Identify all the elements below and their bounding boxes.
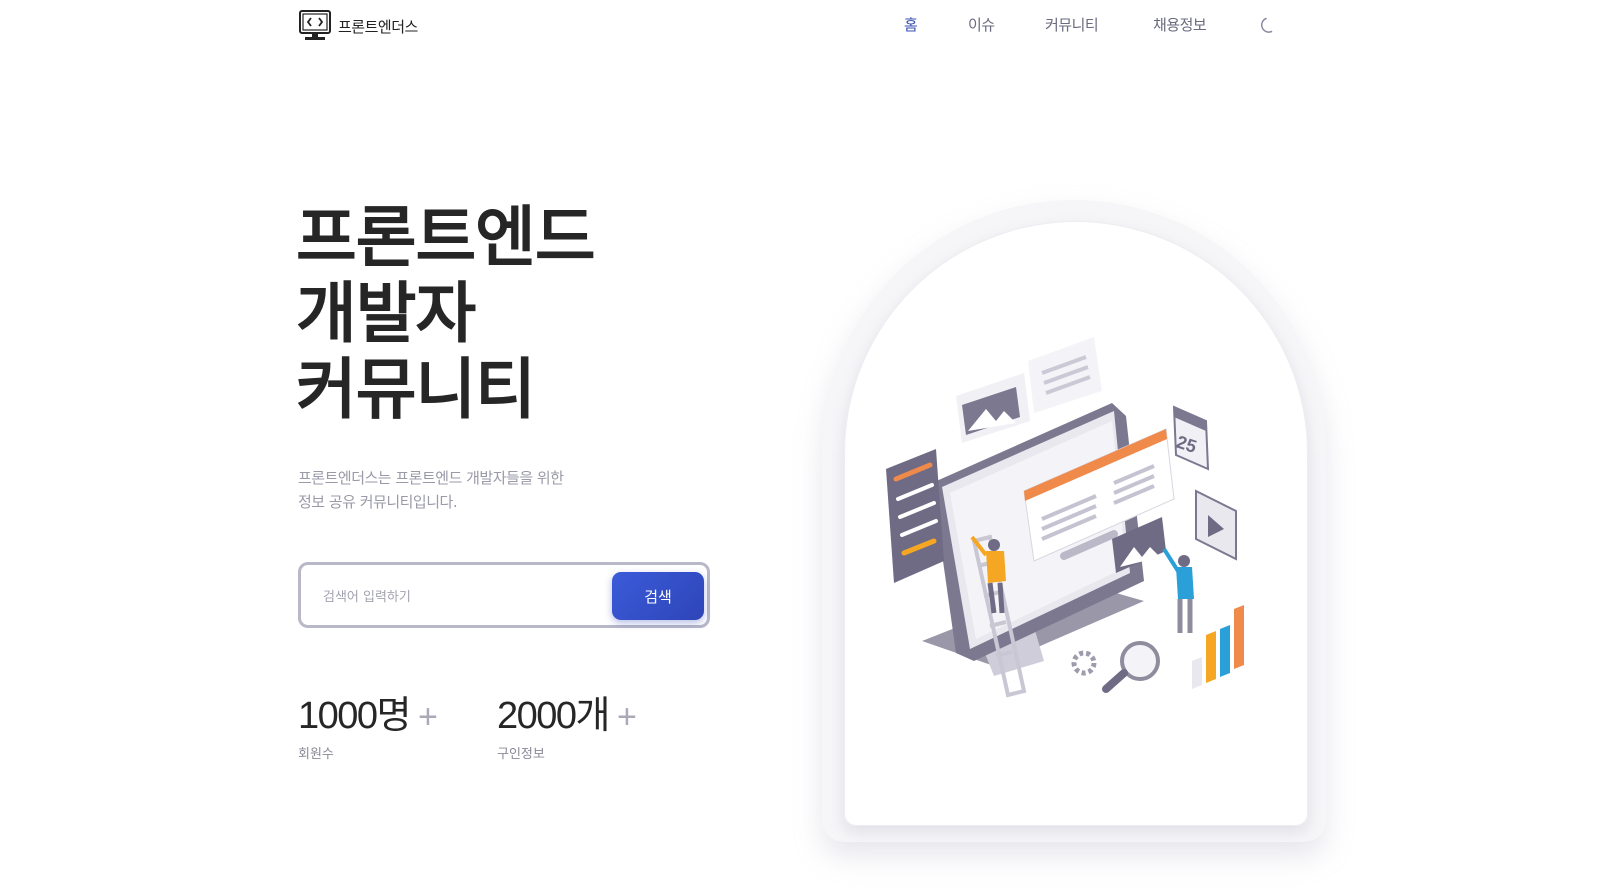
illustration-card: 25 bbox=[844, 221, 1308, 826]
hero-title-line: 개발자 bbox=[296, 275, 476, 352]
stat-members: 1000명 + 회원수 bbox=[298, 684, 438, 762]
search-button[interactable]: 검색 bbox=[612, 572, 704, 620]
logo[interactable]: 프론트엔더스 bbox=[298, 9, 418, 43]
hero-description-line: 프론트엔더스는 프론트엔드 개발자들을 위한 bbox=[298, 469, 564, 487]
logo-text: 프론트엔더스 bbox=[338, 17, 418, 36]
hero-title-line: 커뮤니티 bbox=[296, 351, 536, 428]
stat-label: 회원수 bbox=[298, 747, 334, 762]
header: 프론트엔더스 홈 이슈 커뮤니티 채용정보 bbox=[0, 0, 1610, 52]
nav-home[interactable]: 홈 bbox=[904, 14, 918, 35]
nav-issue[interactable]: 이슈 bbox=[968, 14, 995, 35]
hero-title-line: 프론트엔드 bbox=[296, 199, 596, 276]
hero-title: 프론트엔드 개발자 커뮤니티 bbox=[296, 199, 596, 428]
hero-description: 프론트엔더스는 프론트엔드 개발자들을 위한 정보 공유 커뮤니티입니다. bbox=[298, 466, 564, 514]
stat-label: 구인정보 bbox=[497, 747, 545, 762]
search-input[interactable] bbox=[321, 582, 595, 612]
moon-icon[interactable] bbox=[1258, 16, 1278, 36]
nav-jobs[interactable]: 채용정보 bbox=[1153, 14, 1207, 35]
developer-workspace-illustration: 25 bbox=[886, 337, 1244, 698]
stat-plus: + bbox=[617, 698, 637, 736]
stat-jobs: 2000개 + 구인정보 bbox=[497, 684, 637, 762]
monitor-code-icon bbox=[299, 10, 331, 40]
stat-value: 2000개 bbox=[497, 695, 611, 737]
stat-value: 1000명 bbox=[298, 695, 412, 737]
stat-plus: + bbox=[418, 698, 438, 736]
hero-description-line: 정보 공유 커뮤니티입니다. bbox=[298, 493, 458, 511]
search-box: 검색 bbox=[298, 562, 710, 628]
nav-community[interactable]: 커뮤니티 bbox=[1045, 14, 1099, 35]
